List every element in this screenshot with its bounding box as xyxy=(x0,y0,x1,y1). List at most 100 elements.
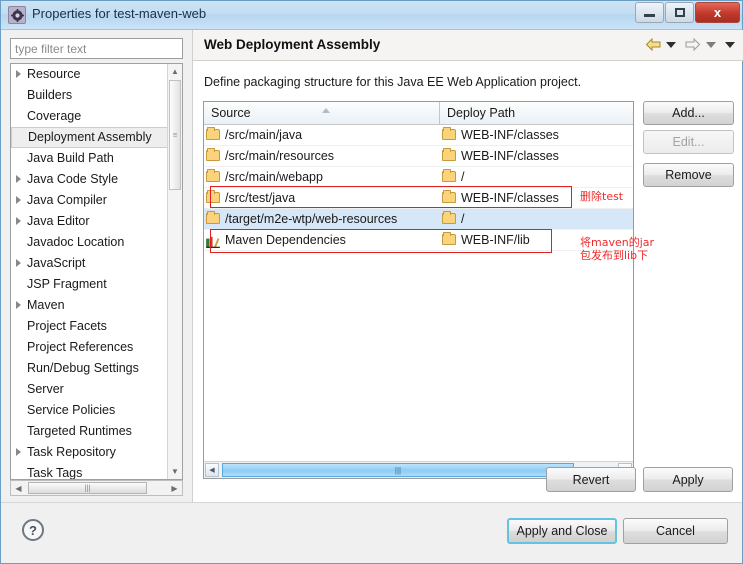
table-row[interactable]: /src/test/java WEB-INF/classes xyxy=(204,188,633,209)
cancel-button-label: Cancel xyxy=(656,524,695,538)
help-icon-label: ? xyxy=(29,522,37,538)
tree-hscroll-thumb[interactable]: ||| xyxy=(28,482,147,494)
sidebar-item-maven[interactable]: Maven xyxy=(11,295,169,316)
cell-deploy-path: WEB-INF/classes xyxy=(440,146,633,166)
view-menu-chevron-down-icon[interactable] xyxy=(725,41,735,48)
sidebar-item-label: Server xyxy=(27,382,64,396)
cell-source: /target/m2e-wtp/web-resources xyxy=(204,209,440,229)
cell-deploy-path-label: WEB-INF/classes xyxy=(461,191,559,205)
table-row[interactable]: /src/main/java WEB-INF/classes xyxy=(204,125,633,146)
settings-tree-list: Resource Builders Coverage Deployment Assem… xyxy=(11,64,169,480)
table-row[interactable]: Maven Dependencies WEB-INF/lib xyxy=(204,230,633,251)
edit-button-label: Edit... xyxy=(672,135,705,149)
sidebar-item-label: Targeted Runtimes xyxy=(27,424,132,438)
scroll-up-icon[interactable]: ▲ xyxy=(168,64,182,79)
scroll-right-icon[interactable]: ▶ xyxy=(167,481,182,495)
close-button[interactable]: x xyxy=(695,2,740,23)
sidebar-item-label: Task Repository xyxy=(27,445,116,459)
sidebar-item-server[interactable]: Server xyxy=(11,379,169,400)
sidebar-item-java-editor[interactable]: Java Editor xyxy=(11,211,169,232)
folder-icon xyxy=(206,190,220,203)
sidebar-item-project-references[interactable]: Project References xyxy=(11,337,169,358)
scroll-grip-icon: ≡ xyxy=(172,130,178,140)
sidebar-item-label: Project Facets xyxy=(27,319,107,333)
expand-chevron-right-icon[interactable] xyxy=(16,70,21,78)
apply-button[interactable]: Apply xyxy=(643,467,733,492)
remove-button[interactable]: Remove xyxy=(643,163,734,187)
settings-tree[interactable]: Resource Builders Coverage Deployment Assem… xyxy=(10,63,183,480)
column-header-deploy-path[interactable]: Deploy Path xyxy=(440,102,633,124)
sidebar-item-java-code-style[interactable]: Java Code Style xyxy=(11,169,169,190)
maximize-button[interactable] xyxy=(665,2,694,23)
sidebar-item-javascript[interactable]: JavaScript xyxy=(11,253,169,274)
expand-chevron-right-icon[interactable] xyxy=(16,301,21,309)
sidebar-item-builders[interactable]: Builders xyxy=(11,85,169,106)
sidebar-item-java-build-path[interactable]: Java Build Path xyxy=(11,148,169,169)
gear-icon xyxy=(8,6,26,24)
table-row[interactable]: /src/main/webapp / xyxy=(204,167,633,188)
cancel-button[interactable]: Cancel xyxy=(623,518,728,544)
scroll-down-icon[interactable]: ▼ xyxy=(168,464,182,479)
sidebar-item-task-tags[interactable]: Task Tags xyxy=(11,463,169,480)
page-content: Web Deployment Assembly Define packaging… xyxy=(192,30,743,503)
assembly-table[interactable]: Source Deploy Path /src/main/java WEB-INF… xyxy=(203,101,634,479)
folder-icon xyxy=(442,169,456,182)
forward-arrow-icon[interactable] xyxy=(684,37,701,52)
sidebar-item-service-policies[interactable]: Service Policies xyxy=(11,400,169,421)
sidebar-item-coverage[interactable]: Coverage xyxy=(11,106,169,127)
minimize-button[interactable] xyxy=(635,2,664,23)
sidebar-item-project-facets[interactable]: Project Facets xyxy=(11,316,169,337)
tree-scroll-thumb[interactable]: ≡ xyxy=(169,80,181,190)
cell-deploy-path: WEB-INF/classes xyxy=(440,125,633,145)
back-arrow-icon[interactable] xyxy=(645,37,662,52)
sidebar-item-java-compiler[interactable]: Java Compiler xyxy=(11,190,169,211)
scroll-grip-icon: ||| xyxy=(84,483,91,493)
sidebar-item-jsp-fragment[interactable]: JSP Fragment xyxy=(11,274,169,295)
sidebar-item-task-repository[interactable]: Task Repository xyxy=(11,442,169,463)
table-row[interactable]: /target/m2e-wtp/web-resources / xyxy=(204,209,633,230)
table-hscroll-thumb[interactable]: ||| xyxy=(222,463,574,477)
forward-menu-chevron-down-icon[interactable] xyxy=(706,41,716,48)
cell-deploy-path-label: WEB-INF/classes xyxy=(461,128,559,142)
tree-horizontal-scrollbar[interactable]: ◀ ||| ▶ xyxy=(10,480,183,496)
page-title: Web Deployment Assembly xyxy=(204,37,381,52)
expand-chevron-right-icon[interactable] xyxy=(16,217,21,225)
sidebar-item-resource[interactable]: Resource xyxy=(11,64,169,85)
page-description: Define packaging structure for this Java… xyxy=(204,75,582,89)
table-row[interactable]: /src/main/resources WEB-INF/classes xyxy=(204,146,633,167)
cell-deploy-path: / xyxy=(440,167,633,187)
cell-source: Maven Dependencies xyxy=(204,230,440,250)
sidebar-item-javadoc-location[interactable]: Javadoc Location xyxy=(11,232,169,253)
sidebar-item-label: Task Tags xyxy=(27,466,83,480)
sidebar-item-label: Project References xyxy=(27,340,134,354)
tree-vertical-scrollbar[interactable]: ▲ ≡ ▼ xyxy=(167,64,182,479)
sidebar-item-targeted-runtimes[interactable]: Targeted Runtimes xyxy=(11,421,169,442)
sidebar-item-deployment-assembly[interactable]: Deployment Assembly xyxy=(11,127,169,148)
revert-button[interactable]: Revert xyxy=(546,467,636,492)
annotation-note-delete-test: 删除test xyxy=(580,190,624,203)
expand-chevron-right-icon[interactable] xyxy=(16,448,21,456)
scroll-left-icon[interactable]: ◀ xyxy=(11,481,26,495)
column-header-source-label: Source xyxy=(211,106,251,120)
expand-chevron-right-icon[interactable] xyxy=(16,175,21,183)
annotation-note-maven-lib: 将maven的jar包发布到lib下 xyxy=(580,236,655,262)
sidebar-item-label: Builders xyxy=(27,88,73,102)
folder-icon xyxy=(442,190,456,203)
scroll-left-icon[interactable]: ◀ xyxy=(205,463,219,477)
cell-source: /src/main/webapp xyxy=(204,167,440,187)
filter-input[interactable]: type filter text xyxy=(10,38,183,59)
cell-deploy-path-label: / xyxy=(461,212,465,226)
apply-and-close-button[interactable]: Apply and Close xyxy=(507,518,617,544)
add-button[interactable]: Add... xyxy=(643,101,734,125)
revert-button-label: Revert xyxy=(572,472,610,487)
back-menu-chevron-down-icon[interactable] xyxy=(666,41,676,48)
expand-chevron-right-icon[interactable] xyxy=(16,196,21,204)
folder-icon xyxy=(206,148,220,161)
expand-chevron-right-icon[interactable] xyxy=(16,259,21,267)
sidebar-item-label: Deployment Assembly xyxy=(28,130,152,144)
table-body: /src/main/java WEB-INF/classes/src/main/r… xyxy=(204,125,633,251)
help-icon[interactable]: ? xyxy=(22,519,44,541)
sidebar-item-run-debug-settings[interactable]: Run/Debug Settings xyxy=(11,358,169,379)
column-header-source[interactable]: Source xyxy=(204,102,440,124)
sidebar-item-label: Java Build Path xyxy=(27,151,114,165)
